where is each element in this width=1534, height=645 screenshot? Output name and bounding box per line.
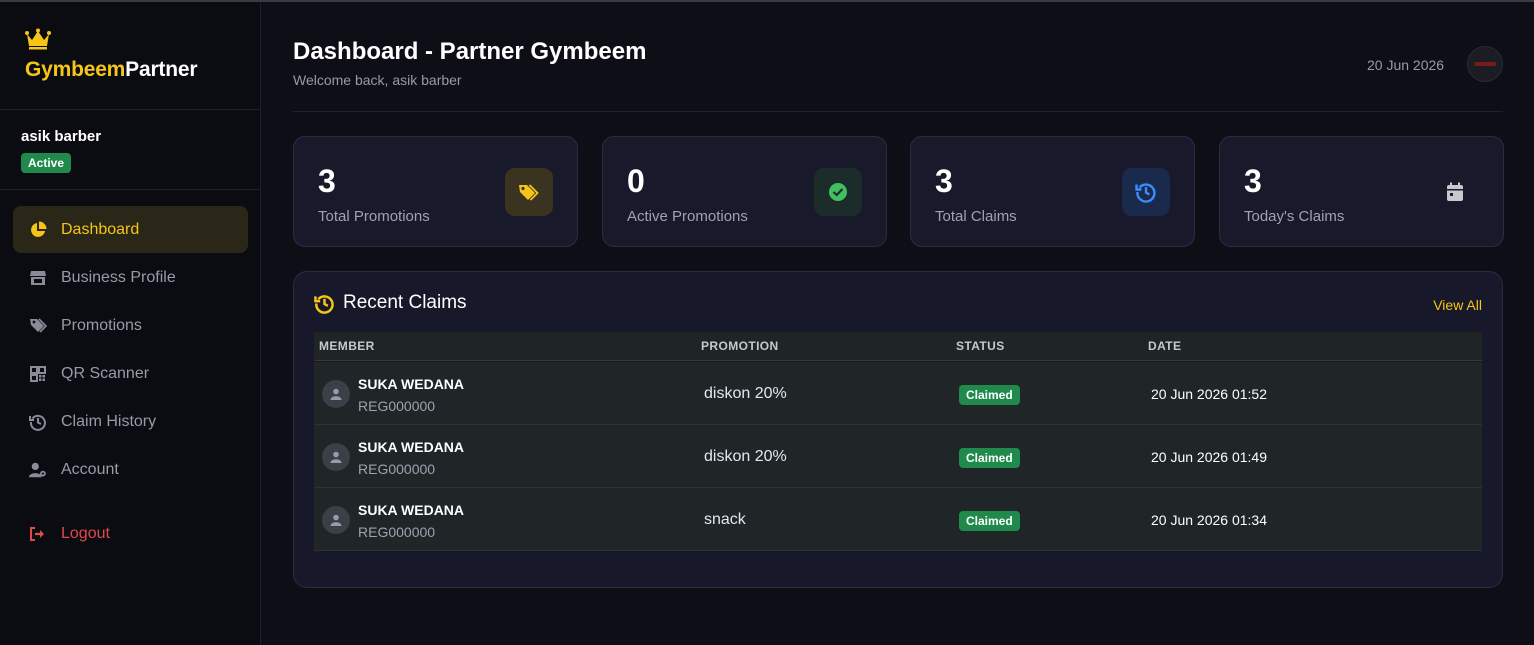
user-avatar-icon bbox=[322, 380, 350, 408]
promotion-name: diskon 20% bbox=[704, 385, 787, 402]
user-avatar-icon bbox=[322, 506, 350, 534]
stat-label: Today's Claims bbox=[1244, 208, 1345, 225]
history-icon bbox=[29, 413, 47, 431]
user-status-badge: Active bbox=[21, 153, 72, 173]
claim-date: 20 Jun 2026 01:52 bbox=[1151, 386, 1267, 402]
nav-item-qr-scanner[interactable]: QR Scanner bbox=[13, 350, 248, 397]
stat-card-todays-claims: 3 Today's Claims bbox=[1219, 136, 1504, 247]
crown-icon bbox=[25, 28, 51, 50]
stat-value: 3 bbox=[1244, 163, 1262, 199]
history-icon bbox=[1122, 168, 1170, 216]
logout-icon bbox=[29, 525, 47, 543]
stat-card-total-claims: 3 Total Claims bbox=[910, 136, 1195, 247]
divider bbox=[293, 111, 1503, 112]
divider bbox=[0, 189, 261, 190]
profile-avatar[interactable] bbox=[1467, 46, 1503, 82]
promotion-name: diskon 20% bbox=[704, 448, 787, 465]
nav-item-label: Promotions bbox=[61, 316, 142, 334]
history-icon bbox=[314, 293, 335, 314]
column-header-promotion: PROMOTION bbox=[701, 339, 779, 353]
status-badge: Claimed bbox=[959, 511, 1020, 531]
stat-card-active-promotions: 0 Active Promotions bbox=[602, 136, 887, 247]
recent-claims-panel: Recent Claims View All MEMBER PROMOTION … bbox=[293, 271, 1503, 588]
column-header-member: MEMBER bbox=[319, 339, 375, 353]
table-row[interactable]: SUKA WEDANA REG000000 diskon 20% Claimed… bbox=[314, 362, 1482, 425]
nav-item-promotions[interactable]: Promotions bbox=[13, 302, 248, 349]
column-header-date: DATE bbox=[1148, 339, 1182, 353]
brand-name: GymbeemPartner bbox=[25, 58, 197, 82]
status-badge: Claimed bbox=[959, 448, 1020, 468]
stat-value: 3 bbox=[935, 163, 953, 199]
divider bbox=[0, 109, 261, 110]
page-title: Dashboard - Partner Gymbeem bbox=[293, 38, 647, 65]
store-icon bbox=[29, 269, 47, 287]
stat-label: Active Promotions bbox=[627, 208, 748, 225]
qrcode-icon bbox=[29, 365, 47, 383]
user-gear-icon bbox=[29, 461, 47, 479]
stat-label: Total Promotions bbox=[318, 208, 430, 225]
current-date: 20 Jun 2026 bbox=[1367, 57, 1445, 73]
table-row[interactable]: SUKA WEDANA REG000000 diskon 20% Claimed… bbox=[314, 425, 1482, 488]
stat-card-total-promotions: 3 Total Promotions bbox=[293, 136, 578, 247]
nav-item-account[interactable]: Account bbox=[13, 446, 248, 493]
nav-item-label: Business Profile bbox=[61, 268, 176, 286]
logout-button[interactable]: Logout bbox=[13, 510, 248, 557]
nav-item-claim-history[interactable]: Claim History bbox=[13, 398, 248, 445]
sidebar: GymbeemPartner asik barber Active Dashbo… bbox=[0, 2, 261, 645]
nav-item-business-profile[interactable]: Business Profile bbox=[13, 254, 248, 301]
user-name: asik barber bbox=[21, 128, 102, 145]
nav-item-label: QR Scanner bbox=[61, 364, 150, 382]
user-avatar-icon bbox=[322, 443, 350, 471]
check-circle-icon bbox=[814, 168, 862, 216]
calendar-icon bbox=[1431, 168, 1479, 216]
brand-name-primary: Gymbeem bbox=[25, 58, 126, 81]
panel-title: Recent Claims bbox=[314, 292, 467, 314]
table-row[interactable]: SUKA WEDANA REG000000 snack Claimed 20 J… bbox=[314, 488, 1482, 551]
stat-value: 0 bbox=[627, 163, 645, 199]
stat-value: 3 bbox=[318, 163, 336, 199]
panel-title-text: Recent Claims bbox=[343, 292, 467, 313]
tags-icon bbox=[29, 317, 47, 335]
promotion-name: snack bbox=[704, 511, 746, 528]
claim-date: 20 Jun 2026 01:49 bbox=[1151, 449, 1267, 465]
view-all-link[interactable]: View All bbox=[1433, 297, 1482, 313]
claim-date: 20 Jun 2026 01:34 bbox=[1151, 512, 1267, 528]
page-subtitle: Welcome back, asik barber bbox=[293, 72, 462, 88]
status-badge: Claimed bbox=[959, 385, 1020, 405]
nav-item-label: Account bbox=[61, 460, 119, 478]
member-name: SUKA WEDANA bbox=[358, 439, 465, 455]
member-id: REG000000 bbox=[358, 524, 436, 540]
member-name: SUKA WEDANA bbox=[358, 502, 465, 518]
table-header: MEMBER PROMOTION STATUS DATE bbox=[314, 332, 1482, 361]
member-name: SUKA WEDANA bbox=[358, 376, 465, 392]
nav-item-label: Claim History bbox=[61, 412, 157, 430]
member-id: REG000000 bbox=[358, 398, 436, 414]
stat-label: Total Claims bbox=[935, 208, 1017, 225]
nav-item-label: Dashboard bbox=[61, 220, 140, 238]
avatar-logo bbox=[1474, 62, 1496, 66]
chart-pie-icon bbox=[29, 221, 47, 239]
brand[interactable]: GymbeemPartner bbox=[25, 28, 197, 82]
member-id: REG000000 bbox=[358, 461, 436, 477]
nav-item-dashboard[interactable]: Dashboard bbox=[13, 206, 248, 253]
logout-label: Logout bbox=[61, 524, 110, 542]
tags-icon bbox=[505, 168, 553, 216]
column-header-status: STATUS bbox=[956, 339, 1005, 353]
brand-name-secondary: Partner bbox=[125, 58, 198, 81]
